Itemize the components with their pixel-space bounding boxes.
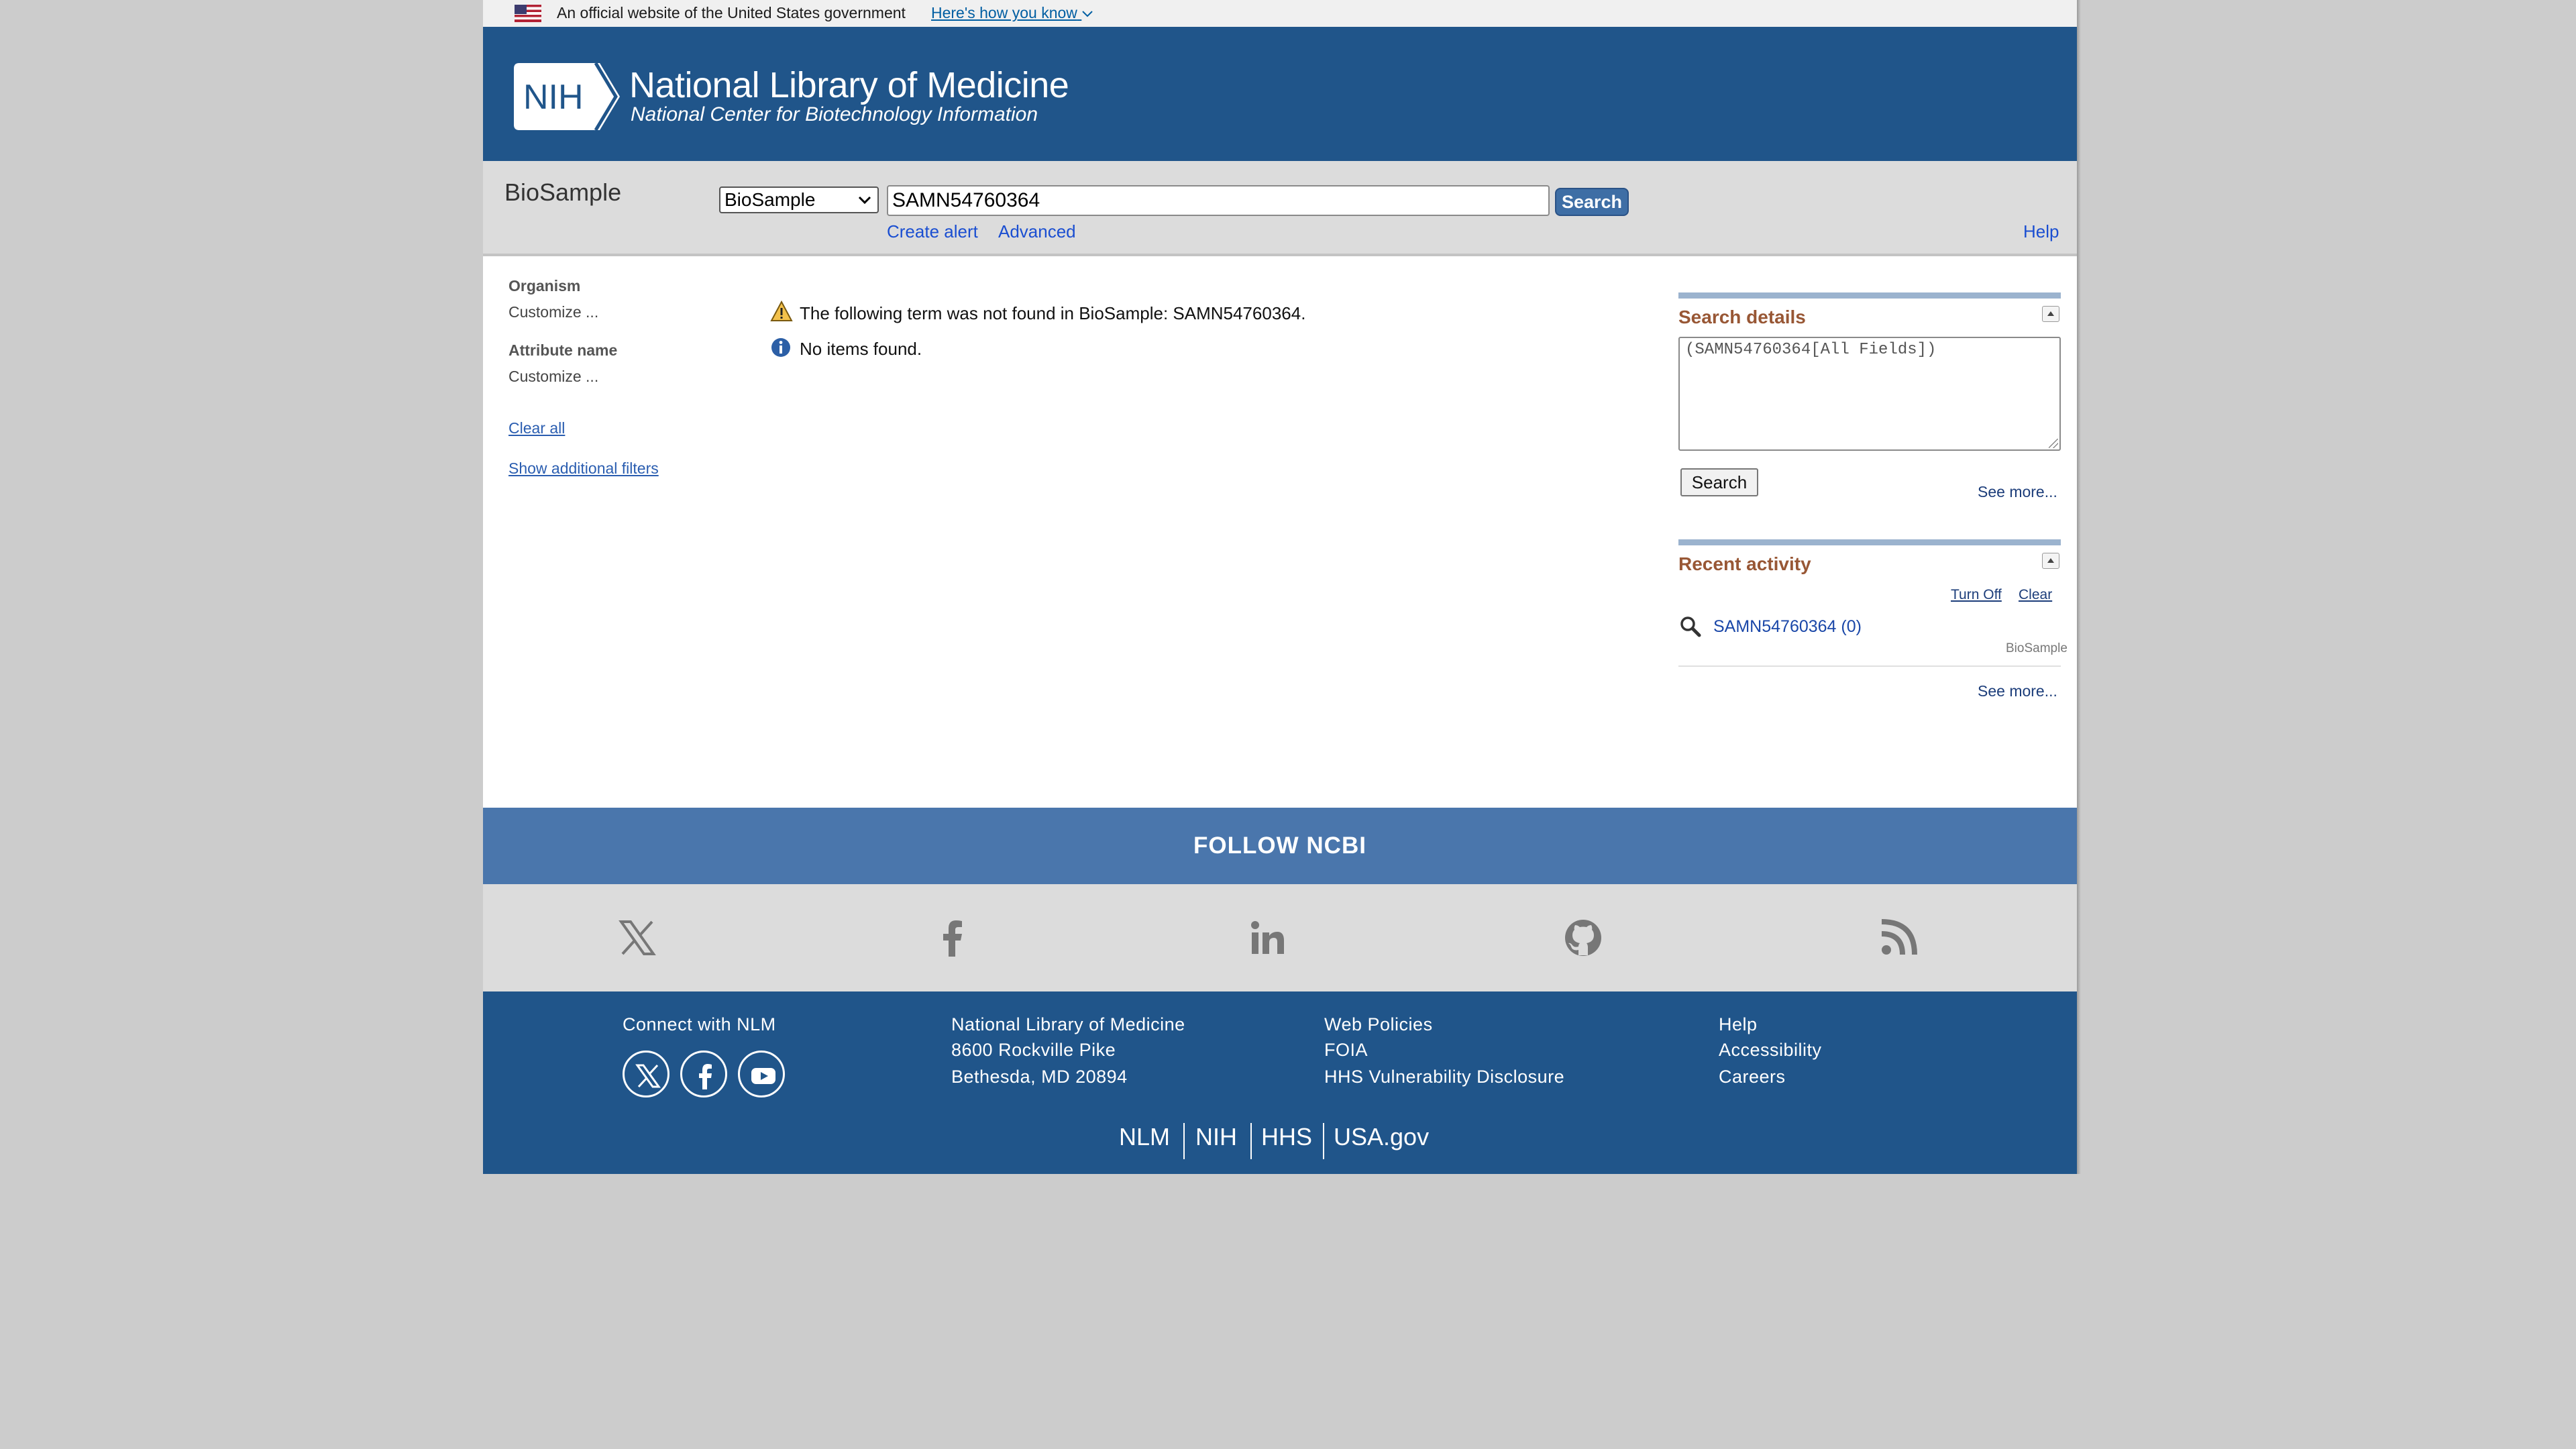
search-details-button[interactable]: Search [1680, 468, 1758, 496]
web-policies-link[interactable]: Web Policies [1324, 1014, 1433, 1035]
divider [1323, 1123, 1324, 1159]
chevron-down-icon [1082, 11, 1093, 17]
page-shadow [2077, 0, 2081, 1174]
advanced-search-link[interactable]: Advanced [998, 221, 1076, 242]
nlm-address-street: 8600 Rockville Pike [951, 1040, 1116, 1060]
follow-ncbi-heading: FOLLOW NCBI [483, 808, 2077, 884]
collapse-search-details-button[interactable] [2042, 306, 2059, 322]
ncbi-subtitle: National Center for Biotechnology Inform… [631, 103, 1038, 125]
help-link[interactable]: Help [2023, 221, 2059, 242]
info-icon [771, 338, 790, 357]
footer-help-link[interactable]: Help [1719, 1014, 1758, 1035]
recent-activity-see-more-link[interactable]: See more... [1978, 682, 2057, 700]
page: An official website of the United States… [483, 0, 2077, 1174]
resize-handle-icon[interactable] [2049, 439, 2058, 448]
gov-banner: An official website of the United States… [483, 0, 2077, 27]
nlm-header: NIH National Library of Medicine Nationa… [483, 27, 2077, 161]
nlm-address-city: Bethesda, MD 20894 [951, 1067, 1128, 1087]
search-bar: BioSample BioSample SAMN54760364 Search … [483, 161, 2077, 256]
github-icon[interactable] [1563, 918, 1603, 958]
attribute-filter-heading: Attribute name [508, 341, 618, 359]
recent-activity-entry[interactable]: SAMN54760364 (0) [1713, 617, 1862, 637]
warning-icon [770, 301, 793, 321]
foia-link[interactable]: FOIA [1324, 1040, 1368, 1061]
us-flag-icon [515, 5, 541, 22]
search-details-bar [1678, 292, 2061, 299]
recent-activity-title: Recent activity [1678, 553, 1811, 574]
search-button[interactable]: Search [1555, 188, 1629, 216]
hhs-link[interactable]: HHS [1261, 1123, 1312, 1151]
show-additional-filters-link[interactable]: Show additional filters [508, 460, 659, 478]
database-name[interactable]: BioSample [504, 178, 621, 207]
not-found-message: The following term was not found in BioS… [800, 303, 1306, 323]
nih-logo-text: NIH [523, 78, 584, 117]
footer-youtube-icon[interactable] [738, 1051, 785, 1097]
recent-activity-db: BioSample [2006, 641, 2068, 655]
nlm-address-name[interactable]: National Library of Medicine [951, 1014, 1185, 1035]
gov-banner-text: An official website of the United States… [557, 4, 906, 21]
search-input[interactable]: SAMN54760364 [887, 185, 1550, 216]
careers-link[interactable]: Careers [1719, 1067, 1786, 1087]
database-select[interactable]: BioSample [719, 186, 879, 213]
heres-how-you-know-link[interactable]: Here's how you know [931, 4, 1093, 22]
turn-off-link[interactable]: Turn Off [1951, 587, 2002, 603]
organism-customize-link[interactable]: Customize ... [508, 303, 598, 321]
chevron-down-icon [858, 196, 871, 205]
linkedin-icon[interactable] [1248, 918, 1288, 958]
hhs-vulnerability-link[interactable]: HHS Vulnerability Disclosure [1324, 1067, 1564, 1087]
no-items-message: No items found. [800, 339, 922, 359]
bottom-links: NLM NIH HHS USA.gov [483, 1123, 2077, 1163]
nlm-title[interactable]: National Library of Medicine [629, 64, 1069, 106]
divider [1250, 1123, 1252, 1159]
search-details-title: Search details [1678, 307, 1806, 327]
clear-all-link[interactable]: Clear all [508, 419, 565, 437]
organism-filter-heading: Organism [508, 277, 581, 294]
divider [1678, 665, 2061, 667]
clear-activity-link[interactable]: Clear [2019, 587, 2052, 603]
recent-activity-bar [1678, 539, 2061, 545]
attribute-customize-link[interactable]: Customize ... [508, 368, 598, 386]
search-details-textarea[interactable]: (SAMN54760364[All Fields]) [1678, 337, 2061, 451]
nih-link[interactable]: NIH [1195, 1123, 1237, 1151]
x-icon[interactable] [617, 918, 657, 958]
accessibility-link[interactable]: Accessibility [1719, 1040, 1822, 1061]
divider [1183, 1123, 1185, 1159]
facebook-icon[interactable] [932, 918, 973, 958]
social-icons-row [483, 884, 2077, 991]
nih-logo[interactable]: NIH [514, 63, 620, 130]
collapse-recent-activity-button[interactable] [2042, 553, 2059, 569]
usa-gov-link[interactable]: USA.gov [1334, 1123, 1429, 1151]
footer: Connect with NLM National Library of Med… [483, 991, 2077, 1174]
create-alert-link[interactable]: Create alert [887, 221, 978, 242]
search-details-see-more-link[interactable]: See more... [1978, 483, 2057, 501]
search-icon [1680, 616, 1701, 637]
footer-facebook-icon[interactable] [680, 1051, 727, 1097]
nlm-link[interactable]: NLM [1119, 1123, 1170, 1151]
rss-icon[interactable] [1878, 918, 1919, 958]
footer-x-icon[interactable] [623, 1051, 669, 1097]
connect-with-nlm: Connect with NLM [623, 1014, 776, 1034]
